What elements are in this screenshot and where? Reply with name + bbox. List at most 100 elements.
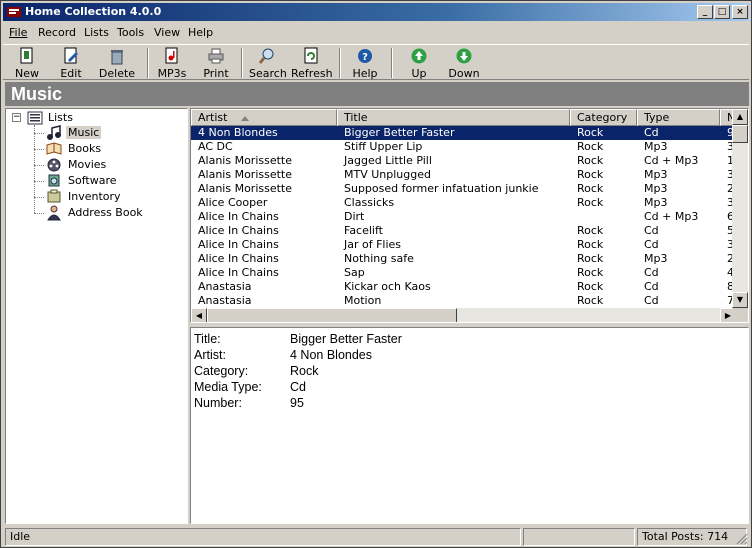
- menu-lists[interactable]: Lists: [84, 26, 109, 39]
- cell-artist: AC DC: [198, 140, 233, 153]
- table-row[interactable]: Alanis Morissette Jagged Little Pill Rock C…: [191, 154, 736, 168]
- column-header-label: Title: [344, 111, 368, 124]
- scroll-corner: [732, 308, 748, 322]
- column-header-artist[interactable]: Artist: [191, 109, 337, 126]
- help-button[interactable]: ? Help: [349, 47, 381, 81]
- table-row[interactable]: Alice In Chains Jar of Flies Rock Cd 3: [191, 238, 736, 252]
- new-label: New: [15, 67, 39, 80]
- down-button[interactable]: Down: [447, 47, 481, 81]
- menu-tools[interactable]: Tools: [117, 26, 144, 39]
- cell-title: MTV Unplugged: [344, 168, 431, 181]
- cell-type: Cd + Mp3: [644, 154, 699, 167]
- cell-category: Rock: [577, 252, 604, 265]
- print-label: Print: [203, 67, 229, 80]
- music-notes-icon: [47, 125, 61, 140]
- title-bar[interactable]: Home Collection 4.0.0 _ □ ×: [3, 3, 749, 21]
- collapse-icon[interactable]: −: [12, 113, 21, 122]
- menu-record[interactable]: Record: [38, 26, 76, 39]
- tree-connector: [34, 197, 44, 198]
- table-row[interactable]: Alice Cooper Classicks Rock Mp3 3: [191, 196, 736, 210]
- cell-title: Jar of Flies: [344, 238, 402, 251]
- menu-help[interactable]: Help: [188, 26, 213, 39]
- refresh-label: Refresh: [291, 67, 333, 80]
- menu-view[interactable]: View: [154, 26, 180, 39]
- table-row[interactable]: Alice In Chains Sap Rock Cd 4: [191, 266, 736, 280]
- search-button[interactable]: Search: [249, 47, 287, 81]
- detail-key: Title:: [194, 332, 221, 346]
- detail-value: Bigger Better Faster: [290, 332, 402, 346]
- cell-artist: Alice In Chains: [198, 252, 279, 265]
- tree-item-label: Movies: [68, 158, 107, 171]
- tree-item-label: Inventory: [68, 190, 121, 203]
- table-row[interactable]: Alice In Chains Nothing safe Rock Mp3 2: [191, 252, 736, 266]
- table-row[interactable]: Alice In Chains Dirt Cd + Mp3 6: [191, 210, 736, 224]
- scroll-down-icon[interactable]: ▼: [732, 292, 748, 308]
- list-tree: − Lists Music Books Movies Software Inve…: [5, 108, 188, 524]
- scroll-left-icon[interactable]: ◀: [191, 308, 207, 322]
- printer-icon: [208, 48, 224, 64]
- new-button[interactable]: New: [11, 47, 43, 81]
- arrow-down-icon: [456, 48, 472, 64]
- cell-title: Nothing safe: [344, 252, 414, 265]
- resize-grip-icon[interactable]: [736, 533, 748, 545]
- edit-button[interactable]: Edit: [55, 47, 87, 81]
- table-row[interactable]: Alice In Chains Facelift Rock Cd 5: [191, 224, 736, 238]
- delete-button[interactable]: Delete: [97, 47, 137, 81]
- scroll-up-icon[interactable]: ▲: [732, 109, 748, 125]
- up-label: Up: [411, 67, 427, 80]
- detail-value: Rock: [290, 364, 319, 378]
- scroll-thumb[interactable]: [207, 308, 457, 322]
- cell-type: Cd: [644, 238, 659, 251]
- up-button[interactable]: Up: [405, 47, 433, 81]
- cell-category: Rock: [577, 224, 604, 237]
- film-reel-icon: [47, 158, 61, 172]
- table-row[interactable]: Anastasia Motion Rock Cd 7: [191, 294, 736, 308]
- cell-category: [570, 210, 637, 224]
- books-icon: [46, 142, 62, 155]
- table-body: 4 Non Blondes Bigger Better Faster Rock Cd 9…: [191, 126, 736, 308]
- cell-category: Rock: [577, 154, 604, 167]
- column-header-category[interactable]: Category: [570, 109, 637, 126]
- help-icon: ?: [358, 49, 372, 63]
- refresh-button[interactable]: Refresh: [291, 47, 333, 81]
- table-row[interactable]: Anastasia Kickar och Kaos Rock Cd 8: [191, 280, 736, 294]
- cell-title: Kickar och Kaos: [344, 280, 431, 293]
- cell-title: Supposed former infatuation junkie: [344, 182, 539, 195]
- toolbar-separator: [241, 48, 243, 78]
- scroll-thumb[interactable]: [732, 125, 748, 143]
- edit-icon: [64, 47, 78, 64]
- cell-type: Mp3: [644, 196, 668, 209]
- status-state: Idle: [5, 528, 521, 546]
- vertical-scrollbar[interactable]: ▲ ▼: [732, 109, 748, 308]
- cell-type: Cd: [644, 266, 659, 279]
- cell-artist: Anastasia: [198, 294, 252, 307]
- print-button[interactable]: Print: [201, 47, 231, 81]
- cell-title: Bigger Better Faster: [344, 126, 455, 139]
- cell-artist: Alanis Morissette: [198, 168, 292, 181]
- horizontal-scrollbar[interactable]: ◀ ▶: [191, 308, 736, 322]
- cell-title: Classicks: [344, 196, 395, 209]
- down-label: Down: [448, 67, 480, 80]
- tree-item-label: Software: [68, 174, 117, 187]
- column-header-type[interactable]: Type: [637, 109, 720, 126]
- table-row[interactable]: Alanis Morissette Supposed former infatua…: [191, 182, 736, 196]
- table-row[interactable]: 4 Non Blondes Bigger Better Faster Rock Cd 9: [191, 126, 736, 140]
- table-row[interactable]: AC DC Stiff Upper Lip Rock Mp3 3: [191, 140, 736, 154]
- cell-type: Cd: [644, 280, 659, 293]
- menu-file[interactable]: File: [9, 26, 27, 39]
- close-button[interactable]: ×: [732, 5, 748, 19]
- cell-artist: Alice Cooper: [198, 196, 268, 209]
- table-row[interactable]: Alanis Morissette MTV Unplugged Rock Mp3 3: [191, 168, 736, 182]
- toolbar-separator: [339, 48, 341, 78]
- cell-artist: Alice In Chains: [198, 224, 279, 237]
- mp3s-button[interactable]: MP3s: [155, 47, 189, 81]
- tree-connector: [34, 181, 44, 182]
- column-header-title[interactable]: Title: [337, 109, 570, 126]
- sort-ascending-icon: [241, 115, 250, 121]
- cell-artist: 4 Non Blondes: [198, 126, 278, 139]
- detail-key: Category:: [194, 364, 249, 378]
- inventory-icon: [47, 189, 61, 203]
- maximize-button[interactable]: □: [714, 5, 730, 19]
- tree-item-label: Music: [66, 126, 102, 139]
- minimize-button[interactable]: _: [697, 5, 713, 19]
